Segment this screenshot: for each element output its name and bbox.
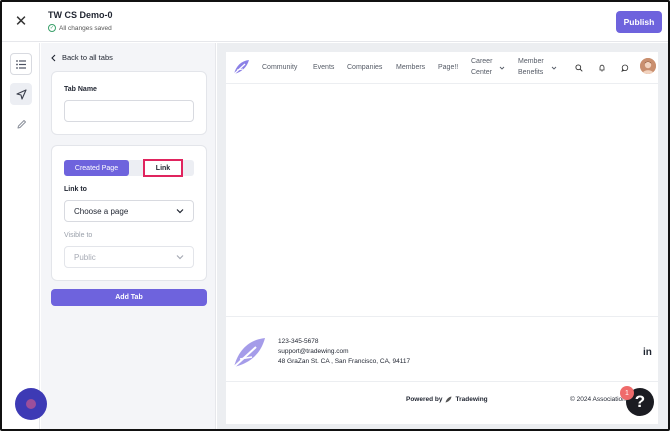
save-status: ✓ All changes saved — [48, 24, 112, 32]
link-to-label: Link to — [64, 186, 87, 193]
site-header: Community Events Companies Members Page!… — [226, 52, 658, 84]
linkedin-icon[interactable]: in — [643, 347, 652, 358]
chevron-down-icon — [551, 66, 557, 70]
visible-to-label: Visible to — [64, 232, 93, 239]
powered-by: Powered by Tradewing — [406, 396, 488, 403]
chevron-left-icon — [51, 54, 56, 61]
close-icon[interactable]: ✕ — [13, 13, 29, 30]
footer-phone[interactable]: 123-345-5678 — [278, 338, 318, 345]
pencil-icon[interactable] — [10, 113, 32, 135]
link-option[interactable]: Link — [143, 159, 183, 177]
chat-icon[interactable] — [617, 60, 633, 76]
check-circle-icon: ✓ — [48, 24, 56, 32]
launcher-dot-icon — [26, 399, 36, 409]
user-avatar[interactable] — [640, 58, 656, 74]
site-preview: Community Events Companies Members Page!… — [226, 52, 658, 424]
back-label: Back to all tabs — [62, 53, 113, 62]
tab-name-input[interactable] — [64, 100, 194, 122]
site-title: TW CS Demo-0 — [48, 10, 113, 20]
tab-name-card: Tab Name — [51, 71, 207, 135]
tab-settings-panel: Back to all tabs Tab Name Created Page L… — [41, 43, 216, 429]
bell-icon[interactable] — [594, 60, 610, 76]
tradewing-logo-icon — [445, 396, 452, 403]
chevron-down-icon — [499, 66, 505, 70]
left-rail — [2, 43, 40, 429]
leaf-logo-icon — [233, 338, 265, 368]
nav-career-line2[interactable]: Center — [471, 68, 492, 78]
footer-divider — [226, 381, 658, 382]
powered-by-brand: Tradewing — [455, 396, 488, 403]
page-type-toggle: Created Page Link — [64, 159, 194, 177]
nav-benefits-line1[interactable]: Member — [518, 57, 544, 67]
footer-email[interactable]: support@tradewing.com — [278, 348, 349, 355]
link-to-value: Choose a page — [74, 206, 129, 216]
visible-to-select[interactable]: Public — [64, 246, 194, 268]
list-icon[interactable] — [10, 53, 32, 75]
nav-page[interactable]: Page!! — [438, 63, 458, 73]
created-page-option[interactable]: Created Page — [64, 160, 129, 176]
nav-members[interactable]: Members — [396, 63, 425, 73]
publish-button[interactable]: Publish — [616, 11, 662, 33]
site-footer: 123-345-5678 support@tradewing.com 48 Gr… — [226, 316, 658, 424]
save-status-text: All changes saved — [59, 24, 112, 32]
tab-name-label: Tab Name — [64, 86, 97, 93]
nav-community[interactable]: Community — [262, 63, 297, 73]
nav-events[interactable]: Events — [313, 63, 334, 73]
copyright-text: © 2024 Association — [570, 396, 626, 403]
link-to-select[interactable]: Choose a page — [64, 200, 194, 222]
leaf-logo-icon[interactable] — [232, 58, 250, 76]
link-settings-card: Created Page Link Link to Choose a page … — [51, 145, 207, 281]
chevron-down-icon — [176, 209, 184, 214]
add-tab-button[interactable]: Add Tab — [51, 289, 207, 306]
visible-to-value: Public — [74, 252, 96, 262]
nav-career-line1[interactable]: Career — [471, 57, 492, 67]
help-notification-badge: 1 — [620, 386, 634, 400]
powered-by-label: Powered by — [406, 396, 443, 403]
widget-launcher-button[interactable] — [15, 388, 47, 420]
chevron-down-icon — [176, 255, 184, 260]
search-icon[interactable] — [571, 60, 587, 76]
nav-companies[interactable]: Companies — [347, 63, 382, 73]
footer-address: 48 GraZan St. CA , San Francisco, CA, 94… — [278, 358, 411, 365]
navigation-icon[interactable] — [10, 83, 32, 105]
app-window: ✕ TW CS Demo-0 ✓ All changes saved Publi… — [0, 0, 670, 431]
back-to-tabs-link[interactable]: Back to all tabs — [51, 53, 113, 62]
nav-benefits-line2[interactable]: Benefits — [518, 68, 543, 78]
top-bar: ✕ TW CS Demo-0 ✓ All changes saved Publi… — [2, 2, 668, 42]
